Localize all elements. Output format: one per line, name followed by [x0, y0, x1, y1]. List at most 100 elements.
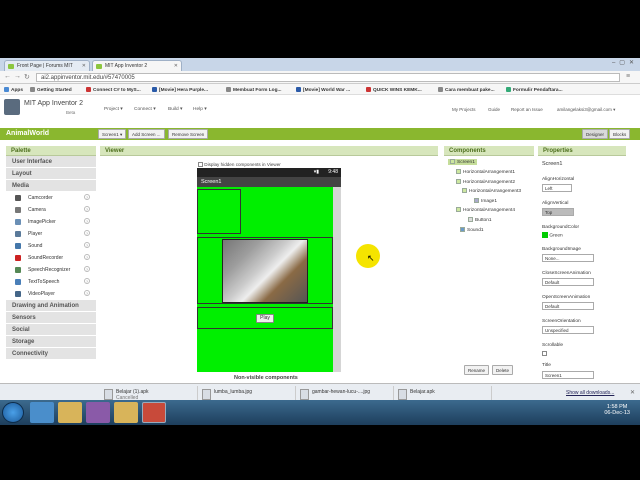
ie-icon[interactable] [30, 402, 54, 423]
arrangement-icon [456, 207, 461, 212]
player-icon [15, 231, 21, 237]
help-icon[interactable]: ? [84, 278, 90, 284]
tab-forums[interactable]: Front Page | Forums MIT ✕ [4, 60, 90, 71]
horizontal-arrangement-2[interactable] [197, 237, 333, 304]
palette-item-camcorder[interactable]: Camcorder? [6, 192, 96, 204]
horizontal-arrangement-4[interactable]: Play [197, 307, 333, 329]
checkbox-icon[interactable] [198, 162, 203, 168]
title-input[interactable]: Screen1 [542, 371, 594, 379]
screen-select-button[interactable]: Screen1 ▾ [98, 129, 127, 139]
help-icon[interactable]: ? [84, 254, 90, 260]
screen-orientation-select[interactable]: Unspecified [542, 326, 594, 334]
help-icon[interactable]: ? [84, 218, 90, 224]
category-sensors[interactable]: Sensors [6, 312, 96, 324]
tree-ha2[interactable]: HorizontalArrangement2 [456, 179, 515, 185]
background-image-field[interactable]: None... [542, 254, 594, 262]
help-icon[interactable]: ? [84, 206, 90, 212]
delete-button[interactable]: Delete [492, 365, 514, 375]
palette-item-videoplayer[interactable]: VideoPlayer? [6, 288, 96, 300]
menu-connect[interactable]: Connect ▾ [134, 107, 156, 112]
link-report-issue[interactable]: Report an Issue [511, 107, 543, 112]
bookmark-item[interactable]: QUICK WINS KEMK... [366, 87, 422, 93]
remove-screen-button[interactable]: Remove Screen [168, 129, 209, 139]
address-input[interactable]: ai2.appinventor.mit.edu/#57470005 [36, 73, 620, 82]
link-guide[interactable]: Guide [488, 107, 500, 112]
tree-ha3[interactable]: HorizontalArrangement3 [462, 188, 521, 194]
account-menu[interactable]: amilangelaksi3@gmail.com ▾ [557, 107, 615, 113]
bookmarks-bar: Apps Getting Started Connect C# to MyS..… [0, 84, 640, 95]
menu-icon[interactable]: ≡ [626, 73, 630, 80]
explorer-icon[interactable] [58, 402, 82, 423]
open-animation-select[interactable]: Default [542, 302, 594, 310]
help-icon[interactable]: ? [84, 290, 90, 296]
bookmark-item[interactable]: Getting Started [30, 87, 72, 93]
align-vertical-select[interactable]: Top [542, 208, 574, 216]
help-icon[interactable]: ? [84, 266, 90, 272]
close-animation-label: CloseScreenAnimation [542, 271, 591, 276]
palette-item-speechrecognizer[interactable]: SpeechRecognizer? [6, 264, 96, 276]
close-icon[interactable]: ✕ [82, 63, 86, 69]
close-icon[interactable]: ✕ [174, 63, 178, 69]
align-horizontal-select[interactable]: Left [542, 184, 572, 192]
category-media[interactable]: Media [6, 180, 96, 192]
media-player-icon[interactable] [86, 402, 110, 423]
bookmark-item[interactable]: Apps [4, 87, 23, 93]
category-connectivity[interactable]: Connectivity [6, 348, 96, 360]
scrollable-checkbox[interactable] [542, 351, 547, 356]
tree-screen1[interactable]: Screen1 [448, 159, 477, 165]
blocks-button[interactable]: Blocks [609, 129, 631, 139]
link-my-projects[interactable]: My Projects [452, 107, 476, 112]
category-storage[interactable]: Storage [6, 336, 96, 348]
designer-button[interactable]: Designer [582, 129, 609, 139]
hidden-components-checkbox[interactable]: Display hidden components in Viewer [198, 162, 281, 168]
category-layout[interactable]: Layout [6, 168, 96, 180]
palette-item-texttospeech[interactable]: TextToSpeech? [6, 276, 96, 288]
sound-icon [15, 243, 21, 249]
palette-item-soundrecorder[interactable]: SoundRecorder? [6, 252, 96, 264]
add-screen-button[interactable]: Add Screen ... [128, 129, 165, 139]
tree-ha1[interactable]: HorizontalArrangement1 [456, 169, 515, 175]
chrome-icon[interactable] [142, 402, 166, 423]
menu-build[interactable]: Build ▾ [168, 107, 182, 112]
window-controls[interactable]: –▢✕ [612, 59, 638, 66]
reload-icon[interactable]: ↻ [24, 73, 30, 81]
tree-sound1[interactable]: Sound1 [460, 227, 484, 233]
palette-item-imagepicker[interactable]: ImagePicker? [6, 216, 96, 228]
show-all-downloads-link[interactable]: Show all downloads... [566, 390, 614, 396]
category-social[interactable]: Social [6, 324, 96, 336]
bookmark-item[interactable]: Connect C# to MyS... [86, 87, 141, 93]
category-user-interface[interactable]: User Interface [6, 156, 96, 168]
folder-icon[interactable] [114, 402, 138, 423]
bookmark-item[interactable]: Formulir Pendaftara... [506, 87, 563, 93]
signal-icon: ▾▮ [313, 169, 319, 175]
bookmark-item[interactable]: Cara membuat pake... [438, 87, 495, 93]
system-clock[interactable]: 1:58 PM 06-Dec-13 [604, 404, 630, 416]
play-button[interactable]: Play [256, 314, 274, 323]
palette-item-sound[interactable]: Sound? [6, 240, 96, 252]
background-color-value[interactable]: Green [542, 232, 563, 238]
close-animation-select[interactable]: Default [542, 278, 594, 286]
bookmark-item[interactable]: [Movie] Hera Purple... [152, 87, 208, 93]
bookmark-item[interactable]: Membuat Form Log... [226, 87, 282, 93]
help-icon[interactable]: ? [84, 230, 90, 236]
tree-button1[interactable]: Button1 [468, 217, 492, 223]
menu-project[interactable]: Project ▾ [104, 107, 123, 112]
start-button[interactable] [2, 402, 24, 423]
image1-tiger-cubs[interactable] [222, 239, 308, 303]
palette-item-camera[interactable]: Camera? [6, 204, 96, 216]
forward-icon[interactable]: → [14, 73, 21, 80]
help-icon[interactable]: ? [84, 242, 90, 248]
back-icon[interactable]: ← [4, 73, 11, 80]
screen-canvas[interactable]: Play [197, 187, 333, 372]
tree-image1[interactable]: Image1 [474, 198, 497, 204]
close-icon[interactable]: ✕ [630, 389, 635, 396]
bookmark-item[interactable]: [Movie] World War ... [296, 87, 350, 93]
rename-button[interactable]: Rename [464, 365, 490, 375]
horizontal-arrangement-1[interactable] [197, 189, 241, 234]
tree-ha4[interactable]: HorizontalArrangement4 [456, 207, 515, 213]
help-icon[interactable]: ? [84, 194, 90, 200]
category-drawing[interactable]: Drawing and Animation [6, 300, 96, 312]
tab-appinventor[interactable]: MIT App Inventor 2 ✕ [92, 60, 182, 71]
menu-help[interactable]: Help ▾ [193, 107, 207, 112]
palette-item-player[interactable]: Player? [6, 228, 96, 240]
